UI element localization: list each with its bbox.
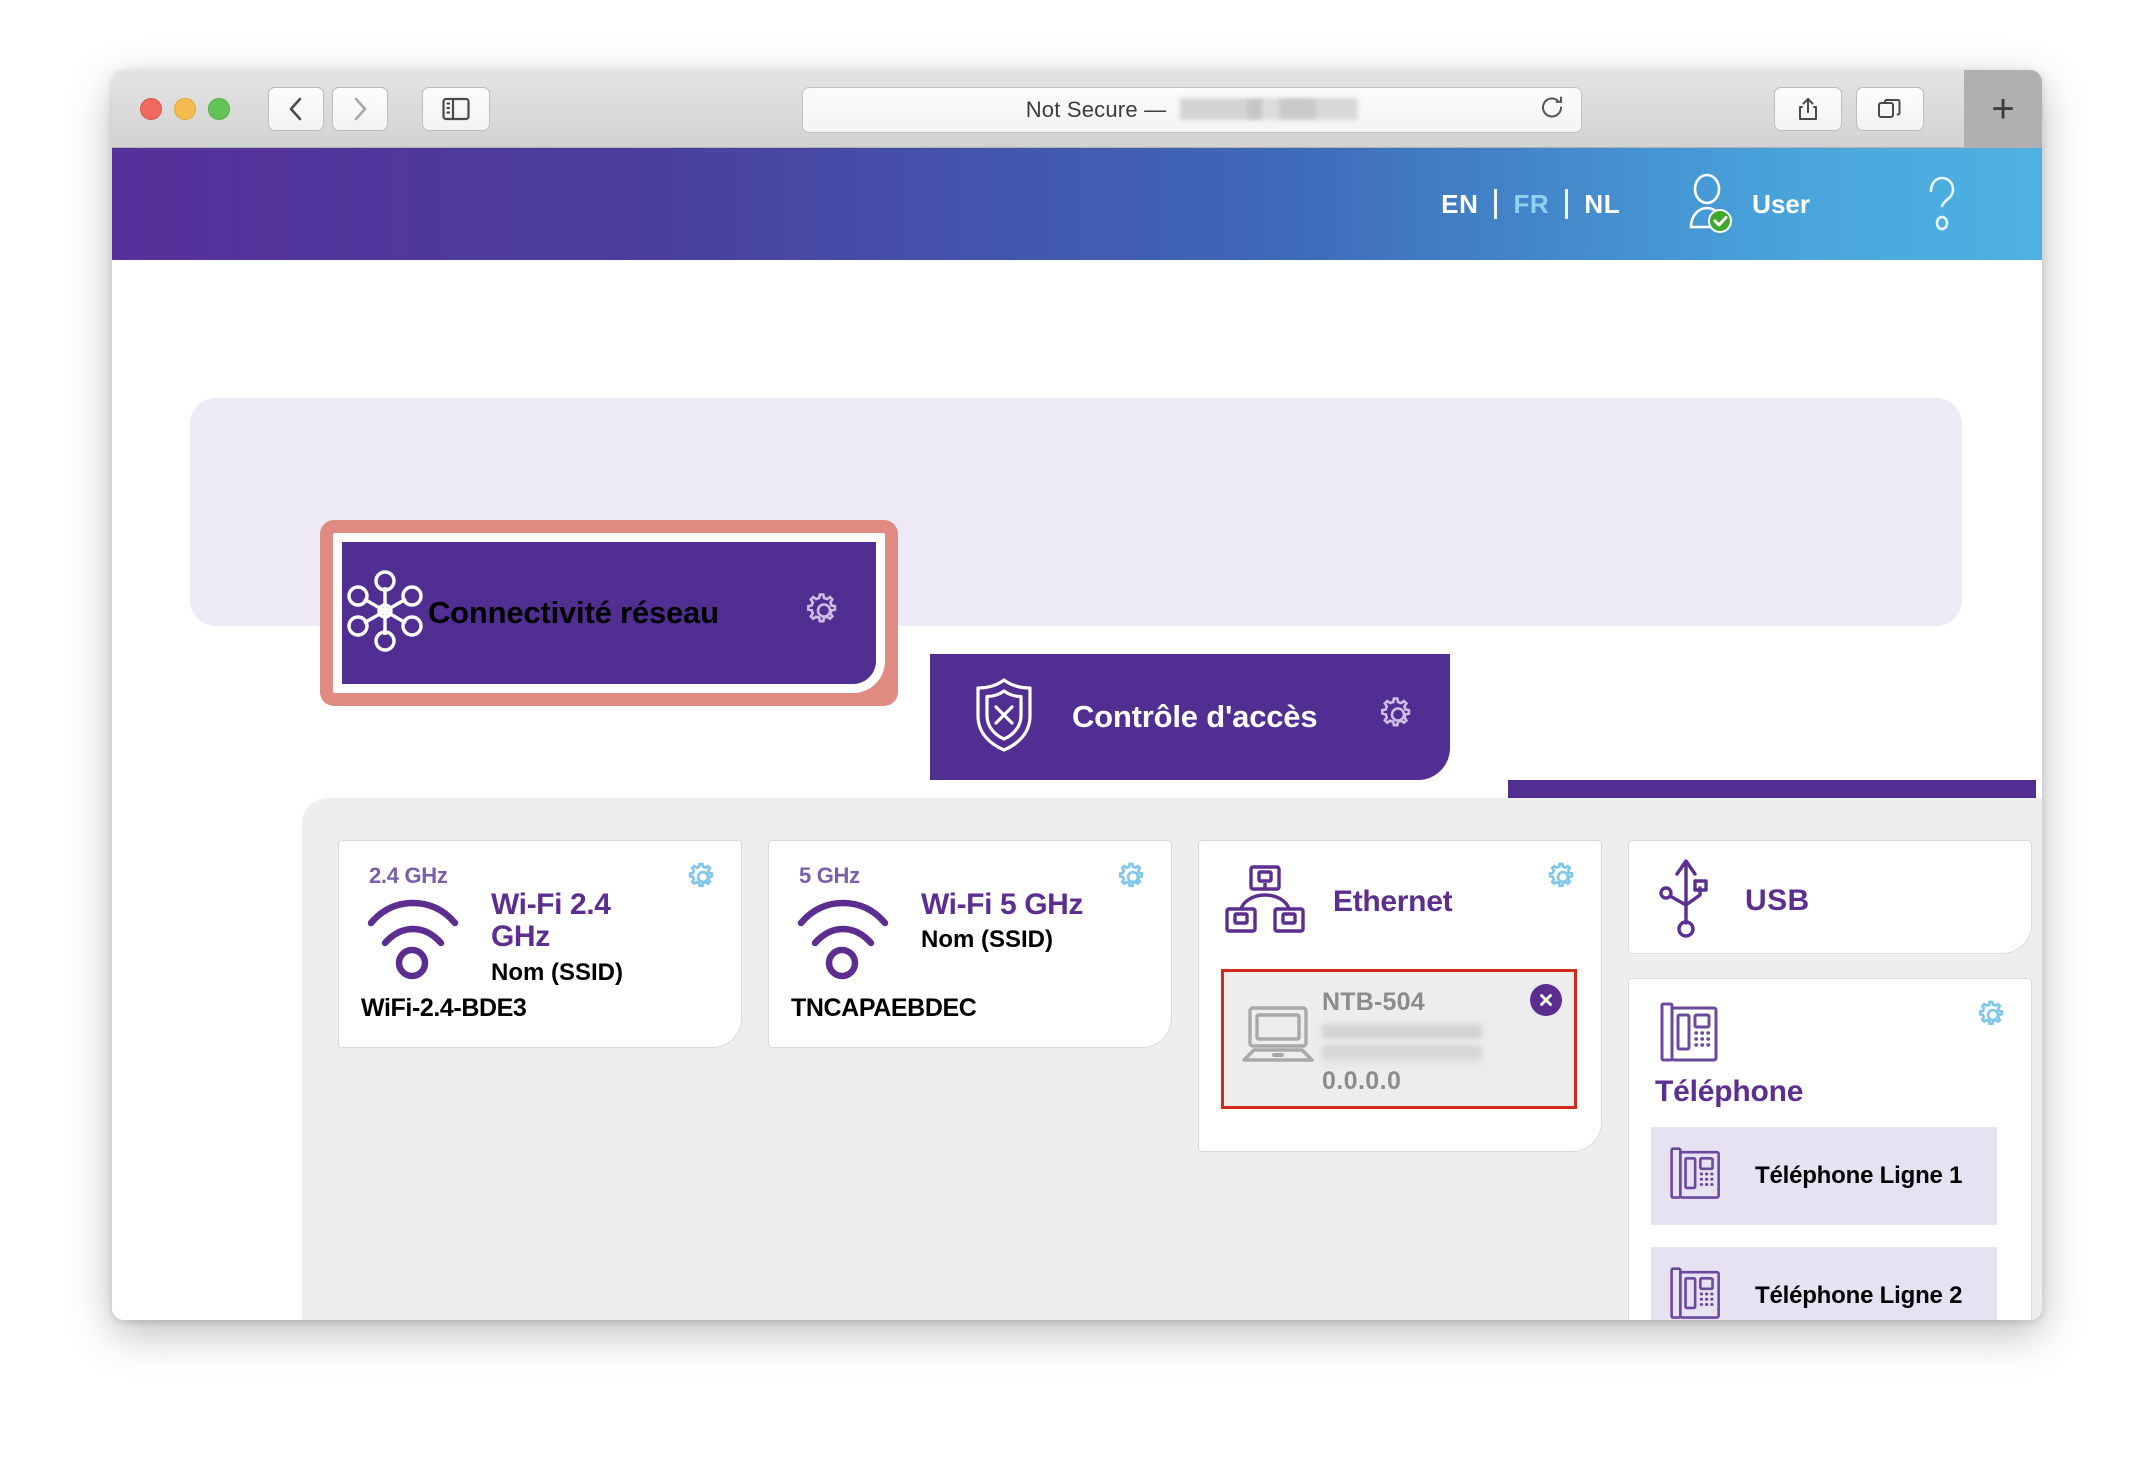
language-switcher: EN FR NL (1441, 189, 1620, 220)
wifi-2-4ghz-ssid-label: Nom (SSID) (491, 958, 623, 986)
wifi-5ghz-settings[interactable] (1115, 859, 1151, 900)
sidebar-toggle-icon (442, 97, 470, 120)
toolbar-right-buttons (1774, 87, 1924, 131)
wifi-2-4ghz-title: Wi-Fi 2.4 GHz (491, 888, 611, 954)
ethernet-header: Ethernet (1223, 861, 1453, 942)
language-option-en[interactable]: EN (1441, 189, 1478, 220)
wifi-5ghz-ssid-value: TNCAPAEBDEC (791, 994, 977, 1022)
desk-phone-icon (1669, 1265, 1723, 1321)
ethernet-settings[interactable] (1545, 859, 1581, 900)
reload-icon (1542, 96, 1562, 118)
tab-overview-button[interactable] (1856, 87, 1924, 131)
window-controls (140, 97, 230, 120)
nav-card-connectivity-settings[interactable] (802, 589, 846, 638)
new-tab-label: + (1991, 87, 2015, 131)
nav-card-access-control-settings[interactable] (1376, 693, 1420, 742)
telephone-line-1-label: Téléphone Ligne 1 (1755, 1162, 1963, 1189)
network-nodes-icon (342, 568, 428, 659)
ethernet-device-entry[interactable]: NTB-504 0.0.0.0 (1221, 969, 1577, 1109)
help-question-icon (1929, 176, 1955, 230)
gear-icon (1548, 862, 1574, 888)
wifi-2-4ghz-ssid-value: WiFi-2.4-BDE3 (361, 994, 527, 1022)
wifi-signal-icon (795, 897, 891, 986)
ethernet-device-name: NTB-504 (1322, 988, 1425, 1016)
shield-x-icon (966, 674, 1042, 761)
help-button[interactable] (1918, 171, 1964, 238)
nav-card-connectivity[interactable]: Connectivité réseau (333, 533, 885, 693)
back-button[interactable] (268, 86, 324, 131)
site-header: EN FR NL User (112, 148, 2042, 260)
user-menu[interactable]: User (1682, 173, 1810, 235)
usb-icon (1655, 855, 1717, 946)
sidebar-button-wrap (422, 86, 490, 131)
wifi-5ghz-badge: 5 GHz (799, 863, 860, 888)
laptop-icon (1240, 1002, 1316, 1075)
connectivity-grid-panel: 2.4 GHz Wi-Fi 2.4 GHz Nom (SSID) WiFi-2.… (302, 798, 2042, 1320)
telephone-line-2-label: Téléphone Ligne 2 (1755, 1282, 1963, 1309)
share-button[interactable] (1774, 87, 1842, 131)
share-icon (1799, 98, 1817, 120)
address-bar[interactable]: Not Secure — (802, 87, 1582, 133)
tab-overview-icon (1878, 99, 1901, 118)
ethernet-device-ip: 0.0.0.0 (1322, 1067, 1402, 1095)
gear-icon (1978, 1000, 2004, 1026)
desk-phone-icon (1669, 1145, 1723, 1208)
tile-ethernet[interactable]: Ethernet NTB-504 0.0.0.0 (1198, 840, 1602, 1152)
ethernet-device-mac-redacted (1322, 1024, 1482, 1068)
address-bar-text: Not Secure — (1026, 97, 1359, 123)
language-option-nl[interactable]: NL (1584, 189, 1620, 220)
page-content: EN FR NL User Connectivité réseau Contrô… (112, 148, 2042, 1320)
new-tab-button[interactable]: + (1964, 70, 2042, 148)
navigation-buttons (268, 86, 388, 131)
gear-icon (688, 862, 714, 888)
desk-phone-icon (1659, 1001, 1721, 1070)
wifi-signal-icon (365, 897, 461, 986)
telephone-line-1-row[interactable]: Téléphone Ligne 1 (1651, 1127, 1997, 1225)
telephone-settings[interactable] (1975, 997, 2011, 1038)
language-separator (1494, 189, 1498, 219)
gear-icon (1118, 862, 1144, 888)
ethernet-switch-icon (1223, 861, 1307, 942)
wifi-5ghz-title: Wi-Fi 5 GHz (921, 888, 1083, 921)
nav-card-connectivity-text: Connectivité réseau (428, 595, 719, 631)
user-verified-icon (1689, 173, 1733, 233)
usb-header: USB (1655, 855, 1810, 946)
maximize-window-button[interactable] (208, 97, 230, 120)
close-window-button[interactable] (140, 97, 162, 120)
tile-telephone[interactable]: Téléphone Téléphone Ligne 1 Téléphone Li… (1628, 978, 2032, 1320)
wifi-2-4ghz-settings[interactable] (685, 859, 721, 900)
tile-wifi-5ghz[interactable]: 5 GHz Wi-Fi 5 GHz Nom (SSID) TNCAPAEBDEC (768, 840, 1172, 1048)
tile-wifi-2-4ghz[interactable]: 2.4 GHz Wi-Fi 2.4 GHz Nom (SSID) WiFi-2.… (338, 840, 742, 1048)
nav-card-connectivity-title: Connectivité réseau (428, 595, 719, 631)
browser-window: Not Secure — + EN FR NL User Connectivit… (112, 70, 2042, 1320)
nav-card-access-control[interactable]: Contrôle d'accès (930, 654, 1450, 780)
user-name-label: User (1752, 188, 1810, 219)
browser-toolbar: Not Secure — + (112, 70, 2042, 148)
gear-icon (1381, 697, 1411, 727)
tile-usb[interactable]: USB (1628, 840, 2032, 954)
wifi-2-4ghz-badge: 2.4 GHz (369, 863, 448, 888)
language-option-fr[interactable]: FR (1513, 189, 1549, 220)
wifi-5ghz-ssid-label: Nom (SSID) (921, 926, 1053, 954)
chevron-left-icon (289, 97, 302, 120)
gear-icon (807, 593, 837, 623)
language-separator (1565, 189, 1569, 219)
ethernet-title: Ethernet (1333, 884, 1453, 918)
reload-button[interactable] (1539, 95, 1565, 126)
wifi-5ghz-text: Wi-Fi 5 GHz Nom (SSID) (921, 888, 1107, 954)
wifi-2-4ghz-text: Wi-Fi 2.4 GHz Nom (SSID) (491, 888, 677, 986)
chevron-right-icon (354, 97, 367, 120)
sidebar-toggle-button[interactable] (422, 86, 490, 131)
forward-button[interactable] (332, 86, 388, 131)
minimize-window-button[interactable] (174, 97, 196, 120)
close-circle-icon (1540, 994, 1552, 1006)
ethernet-device-remove-button[interactable] (1530, 984, 1562, 1016)
telephone-title: Téléphone (1655, 1075, 1804, 1108)
usb-title: USB (1745, 883, 1810, 917)
security-status-label: Not Secure — (1025, 97, 1167, 122)
telephone-line-2-row[interactable]: Téléphone Ligne 2 (1651, 1247, 1997, 1320)
redacted-url (1180, 98, 1359, 120)
nav-card-connectivity-highlight: Connectivité réseau (320, 520, 898, 706)
